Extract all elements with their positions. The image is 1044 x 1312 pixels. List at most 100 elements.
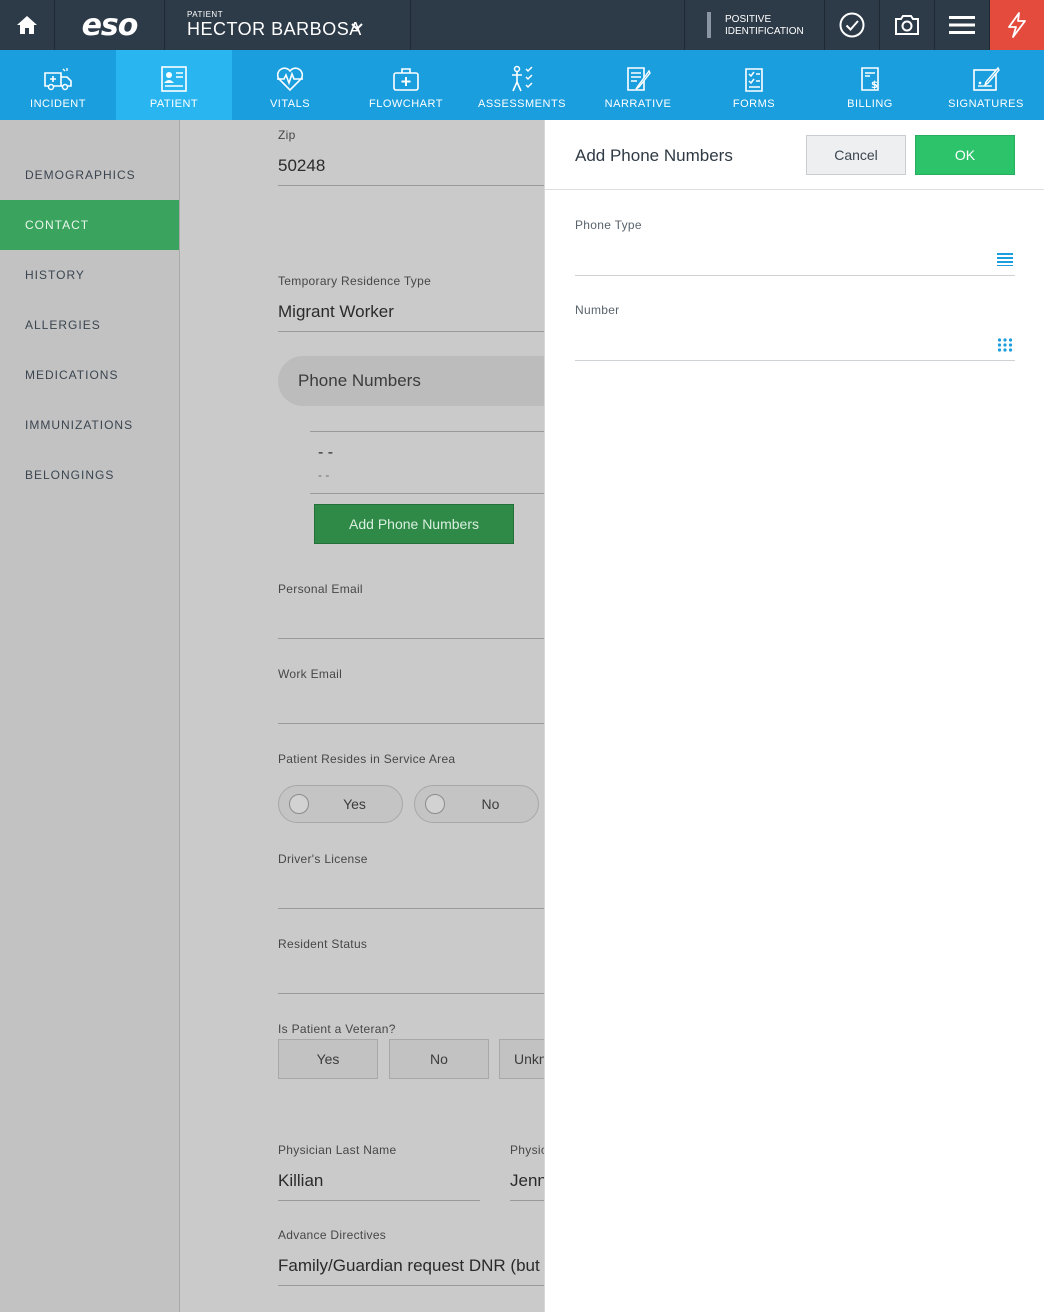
tab-assessments-label: ASSESSMENTS (477, 98, 567, 110)
cancel-button[interactable]: Cancel (806, 135, 906, 175)
work-email-label: Work Email (278, 667, 343, 681)
eso-logo: eso (55, 0, 165, 50)
tab-forms-label: FORMS (732, 98, 776, 110)
sidebar-item-contact[interactable]: CONTACT (0, 200, 179, 250)
advance-directives-underline (278, 1285, 544, 1286)
tab-patient[interactable]: PATIENT (116, 50, 232, 120)
add-phone-numbers-panel: Add Phone Numbers Cancel OK Phone Type N… (544, 120, 1044, 1312)
veteran-yes-button[interactable]: Yes (278, 1039, 378, 1079)
list-icon (997, 252, 1013, 271)
tab-vitals-label: VITALS (269, 98, 311, 110)
tab-incident-label: INCIDENT (30, 98, 86, 110)
phone-type-label: Phone Type (575, 218, 642, 232)
menu-button[interactable] (934, 0, 989, 50)
quick-action-button[interactable] (989, 0, 1044, 50)
document-pen-icon (622, 64, 654, 94)
physician-last-name-field[interactable]: Killian (278, 1171, 323, 1191)
tab-incident[interactable]: INCIDENT (0, 50, 116, 120)
patient-card-icon (158, 64, 190, 94)
contact-form: Zip 50248 Temporary Residence Type Migra… (180, 120, 544, 1312)
check-circle-icon (839, 12, 865, 38)
panel-title: Add Phone Numbers (575, 146, 733, 165)
home-button[interactable] (0, 0, 55, 50)
drivers-license-label: Driver's License (278, 852, 368, 866)
panel-header: Add Phone Numbers Cancel OK (545, 120, 1044, 190)
positive-identification[interactable]: POSITIVE IDENTIFICATION (684, 0, 824, 50)
keypad-icon[interactable] (997, 337, 1013, 358)
svg-text:$: $ (871, 80, 878, 91)
hamburger-menu-icon (949, 16, 975, 34)
number-input[interactable] (575, 331, 1015, 361)
physician-first-name-field[interactable]: Jenn (510, 1171, 544, 1191)
tab-signatures[interactable]: SIGNATURES (928, 50, 1044, 120)
lightning-icon (1008, 12, 1026, 38)
physician-last-name-underline (278, 1200, 480, 1201)
tab-narrative[interactable]: NARRATIVE (580, 50, 696, 120)
camera-button[interactable] (879, 0, 934, 50)
personal-email-field[interactable] (278, 638, 544, 639)
main-nav: INCIDENT PATIENT VITALS FLOWCHART ASSESS… (0, 50, 1044, 120)
veteran-unknown-button[interactable]: Unkn (499, 1039, 544, 1079)
status-indicator-bar (707, 12, 711, 38)
validate-button[interactable] (824, 0, 879, 50)
work-email-field[interactable] (278, 723, 544, 724)
service-area-yes-label: Yes (343, 796, 366, 812)
positive-id-line2: IDENTIFICATION (725, 26, 804, 37)
signature-icon (970, 64, 1002, 94)
ambulance-icon (42, 64, 74, 94)
physician-first-name-label: Physic (510, 1143, 544, 1157)
patient-label: PATIENT (187, 10, 224, 19)
invoice-icon: $ (854, 64, 886, 94)
sidebar-item-immunizations[interactable]: IMMUNIZATIONS (0, 400, 179, 450)
tab-billing-label: BILLING (847, 98, 893, 110)
phone-entry-number[interactable]: - - (318, 444, 333, 462)
tab-forms[interactable]: FORMS (696, 50, 812, 120)
radio-circle-icon (289, 794, 309, 814)
temp-residence-field[interactable]: Migrant Worker (278, 302, 394, 322)
tab-flowchart-label: FLOWCHART (369, 98, 443, 110)
tab-assessments[interactable]: ASSESSMENTS (464, 50, 580, 120)
home-icon (17, 16, 37, 34)
medical-kit-icon (390, 64, 422, 94)
positive-id-line1: POSITIVE (725, 14, 772, 25)
service-area-no-radio[interactable]: No (414, 785, 539, 823)
tab-patient-label: PATIENT (149, 98, 199, 110)
advance-directives-field[interactable]: Family/Guardian request DNR (but (278, 1256, 540, 1276)
veteran-no-button[interactable]: No (389, 1039, 489, 1079)
sidebar-item-medications[interactable]: MEDICATIONS (0, 350, 179, 400)
top-header: eso PATIENT HECTOR BARBOSA POSITIVE IDENT… (0, 0, 1044, 50)
checklist-icon (738, 64, 770, 94)
patient-name: HECTOR BARBOSA (187, 19, 362, 39)
resident-status-field[interactable] (278, 993, 544, 994)
tab-vitals[interactable]: VITALS (232, 50, 348, 120)
tab-billing[interactable]: $ BILLING (812, 50, 928, 120)
tab-flowchart[interactable]: FLOWCHART (348, 50, 464, 120)
service-area-yes-radio[interactable]: Yes (278, 785, 403, 823)
add-phone-numbers-button[interactable]: Add Phone Numbers (314, 504, 514, 544)
service-area-no-label: No (481, 796, 500, 812)
temp-residence-underline (278, 331, 544, 332)
patient-selector[interactable]: PATIENT HECTOR BARBOSA (165, 0, 411, 50)
chevron-down-icon (351, 23, 363, 31)
zip-underline (278, 185, 544, 186)
zip-field[interactable]: 50248 (278, 156, 325, 176)
physician-first-name-underline (510, 1200, 544, 1201)
sidebar-item-history[interactable]: HISTORY (0, 250, 179, 300)
number-label: Number (575, 303, 620, 317)
phone-list-divider-top (310, 431, 544, 432)
sidebar-item-belongings[interactable]: BELONGINGS (0, 450, 179, 500)
zip-label: Zip (278, 128, 296, 142)
tab-signatures-label: SIGNATURES (948, 98, 1024, 110)
body-check-icon (506, 64, 538, 94)
tab-narrative-label: NARRATIVE (604, 98, 672, 110)
advance-directives-label: Advance Directives (278, 1228, 387, 1242)
personal-email-label: Personal Email (278, 582, 363, 596)
sidebar-item-demographics[interactable]: DEMOGRAPHICS (0, 150, 179, 200)
phone-type-select[interactable] (575, 246, 1015, 276)
drivers-license-field[interactable] (278, 908, 544, 909)
veteran-label: Is Patient a Veteran? (278, 1022, 396, 1036)
patient-sidebar: DEMOGRAPHICS CONTACT HISTORY ALLERGIES M… (0, 120, 180, 1312)
ok-button[interactable]: OK (915, 135, 1015, 175)
phone-numbers-section-header[interactable]: Phone Numbers (278, 356, 544, 406)
sidebar-item-allergies[interactable]: ALLERGIES (0, 300, 179, 350)
